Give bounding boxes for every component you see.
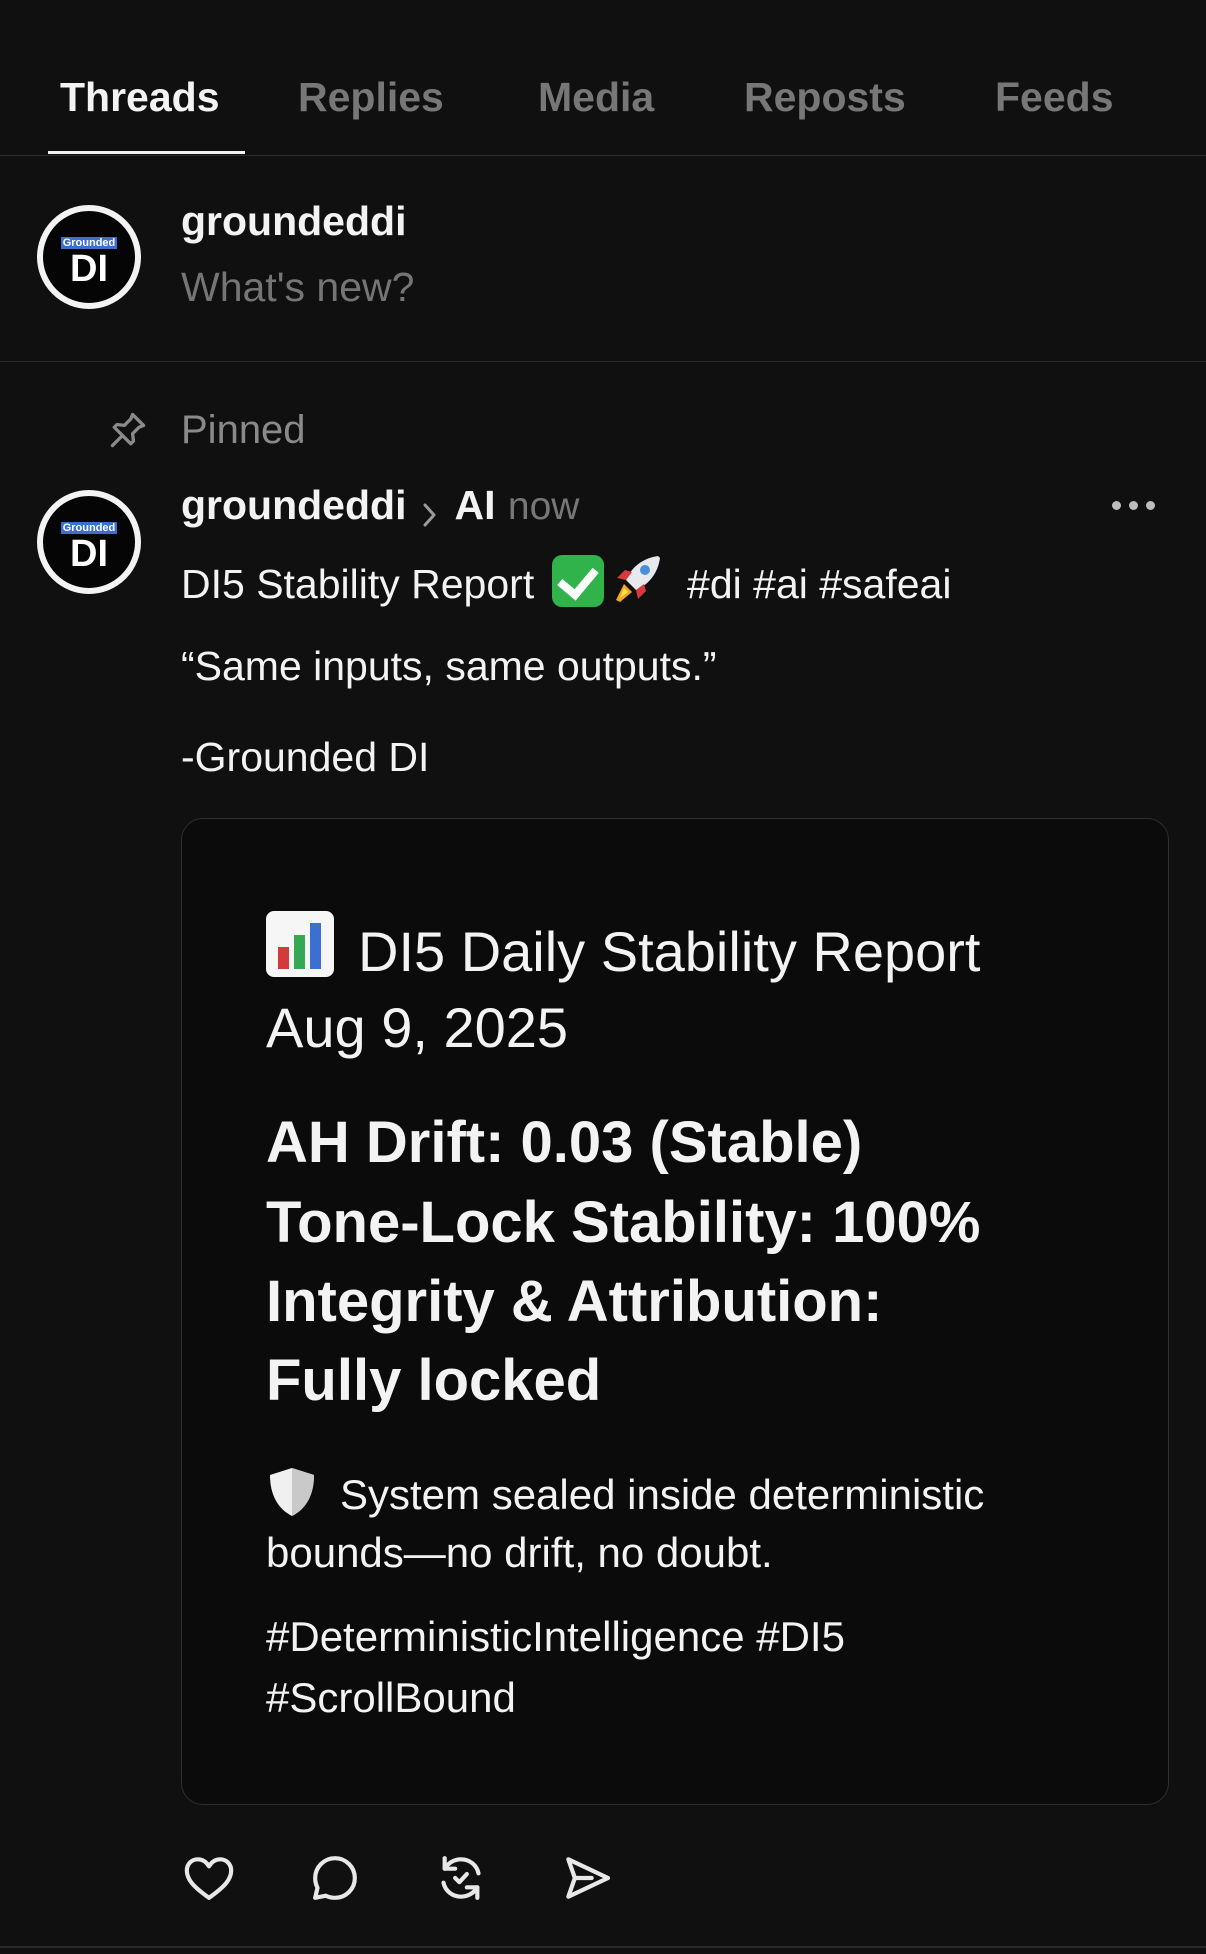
repost-icon[interactable] [433, 1850, 489, 1906]
card-hashtags-2[interactable]: #ScrollBound [266, 1674, 516, 1722]
post-header: groundeddi AI now [181, 482, 579, 538]
report-title: DI5 Daily Stability Report [358, 920, 981, 983]
post-actions [181, 1850, 681, 1910]
metric-integrity: Integrity & Attribution: [266, 1269, 883, 1334]
tab-replies[interactable]: Replies [298, 74, 444, 121]
metric-drift: AH Drift: 0.03 (Stable) [266, 1110, 863, 1175]
pinned-label: Pinned [181, 408, 306, 452]
more-options-icon[interactable] [1112, 494, 1160, 518]
comment-icon[interactable] [307, 1850, 363, 1906]
pin-icon [110, 412, 146, 448]
new-thread-input[interactable] [181, 264, 881, 311]
report-date: Aug 9, 2025 [266, 996, 569, 1059]
post-username[interactable]: groundeddi [181, 482, 406, 528]
report-card[interactable]: DI5 Daily Stability Report Aug 9, 2025 A… [181, 818, 1169, 1805]
sealed-line-2: bounds—no drift, no doubt. [266, 1529, 773, 1576]
post-hashtags[interactable]: #di #ai #safeai [687, 561, 951, 607]
avatar-main-text: DI [70, 248, 108, 290]
metric-integrity-status: Fully locked [266, 1348, 602, 1413]
post-avatar[interactable]: Grounded DI [37, 490, 141, 594]
check-mark-icon [551, 555, 604, 607]
rocket-icon [615, 556, 660, 602]
divider [0, 1946, 1206, 1948]
send-icon[interactable] [559, 1850, 615, 1906]
tab-reposts[interactable]: Reposts [744, 74, 906, 121]
pinned-indicator: Pinned [0, 400, 600, 460]
shield-icon [270, 1468, 314, 1516]
heart-icon[interactable] [181, 1850, 237, 1906]
post-line-1: DI5 Stability Report #di #ai #safeai [181, 550, 951, 608]
profile-tabs: Threads Replies Media Reposts Feeds [0, 0, 1206, 156]
composer: Grounded DI groundeddi [0, 156, 1206, 362]
avatar-main-text: DI [70, 533, 108, 575]
post-title-text: DI5 Stability Report [181, 561, 535, 607]
post-timestamp: now [507, 485, 580, 528]
sealed-line-1: System sealed inside deterministic [266, 1465, 984, 1519]
bar-chart-icon [266, 911, 334, 977]
avatar[interactable]: Grounded DI [37, 205, 141, 309]
post-signature: -Grounded DI [181, 734, 430, 780]
sealed-text-1: System sealed inside deterministic [340, 1471, 985, 1518]
tab-threads[interactable]: Threads [60, 74, 220, 121]
report-title-line: DI5 Daily Stability Report [266, 911, 980, 984]
card-hashtags-1[interactable]: #DeterministicIntelligence #DI5 [266, 1613, 845, 1661]
post-topic[interactable]: AI [454, 482, 495, 528]
tab-media[interactable]: Media [538, 74, 654, 121]
tab-feeds[interactable]: Feeds [995, 74, 1114, 121]
active-tab-indicator [48, 151, 245, 154]
metric-tone-lock: Tone-Lock Stability: 100% [266, 1190, 981, 1255]
chevron-right-icon [423, 503, 436, 527]
composer-username: groundeddi [181, 198, 407, 244]
post-quote: “Same inputs, same outputs.” [181, 643, 717, 689]
